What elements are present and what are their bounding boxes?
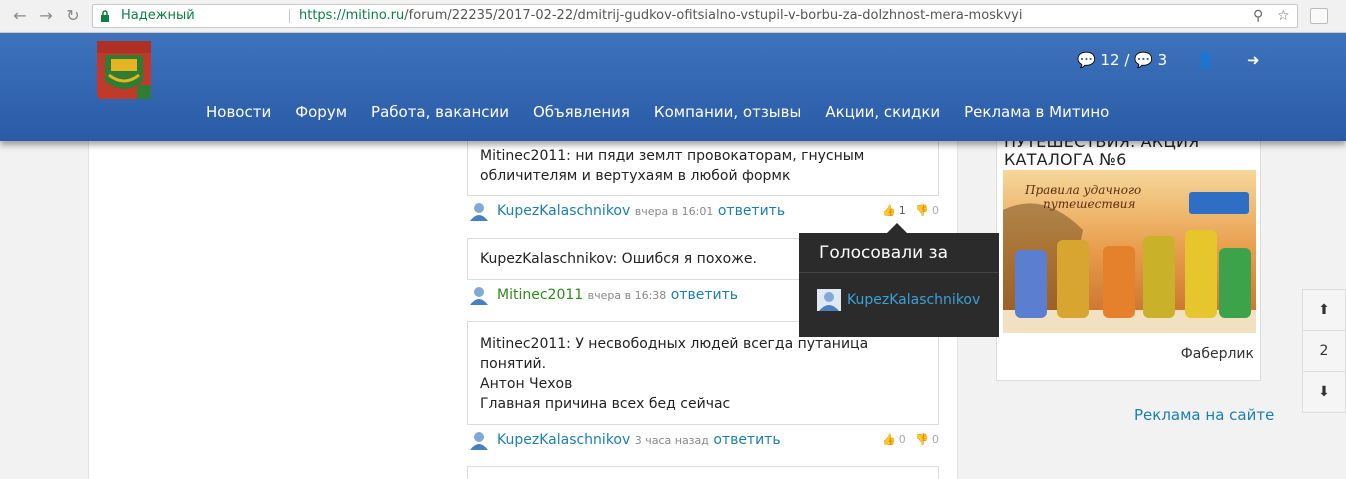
comments-count: 12 bbox=[1100, 51, 1120, 69]
tooltip-voter[interactable]: KupezKalaschnikov bbox=[817, 289, 980, 311]
reload-icon[interactable]: ↻ bbox=[63, 6, 83, 26]
vote-controls: 👍 0 👎 0 bbox=[876, 429, 939, 451]
nav-news[interactable]: Новости bbox=[206, 103, 271, 127]
url-host: https://mitino.ru bbox=[299, 8, 405, 23]
comment-time: вчера в 16:01 bbox=[634, 205, 714, 218]
bookmark-star-icon[interactable]: ☆ bbox=[1277, 5, 1290, 27]
site-header: 💬 12 / 💬 3 👤 ➜ Новости Форум Работа, вак… bbox=[0, 33, 1346, 141]
counter-separator: / bbox=[1124, 51, 1130, 69]
scroll-down-icon[interactable]: ⬇ bbox=[1303, 372, 1345, 413]
dislikes-count: 0 bbox=[932, 433, 939, 446]
tooltip-voter-name: KupezKalaschnikov bbox=[847, 292, 981, 308]
comment-line: Главная причина всех бед сейчас bbox=[480, 396, 731, 412]
user-avatar-icon[interactable] bbox=[469, 430, 489, 450]
dislikes-count: 0 bbox=[932, 204, 939, 217]
thumbs-down-icon[interactable]: 👎 bbox=[915, 200, 929, 222]
user-avatar-icon bbox=[817, 289, 841, 311]
comment-author: KupezKalaschnikov вчера в 16:01 ответить bbox=[497, 200, 785, 223]
main-nav: Новости Форум Работа, вакансии Объявлени… bbox=[194, 103, 1121, 127]
nav-forum[interactable]: Форум bbox=[295, 103, 347, 127]
thumbs-up-icon[interactable]: 👍 bbox=[882, 429, 896, 451]
comment-line: Антон Чехов bbox=[480, 376, 573, 392]
address-separator bbox=[289, 9, 290, 23]
nav-companies[interactable]: Компании, отзывы bbox=[654, 103, 801, 127]
page-scroller: ⬆ 2 ⬇ bbox=[1302, 289, 1346, 413]
nav-jobs[interactable]: Работа, вакансии bbox=[371, 103, 509, 127]
zoom-icon[interactable]: ⚲ bbox=[1253, 5, 1263, 27]
comment-time: 3 часа назад bbox=[634, 434, 709, 447]
comment-meta: KupezKalaschnikov 3 часа назад ответить … bbox=[469, 429, 939, 451]
likes-count: 0 bbox=[898, 433, 906, 446]
comment-time: вчера в 16:38 bbox=[587, 289, 667, 302]
scroll-up-icon[interactable]: ⬆ bbox=[1303, 290, 1345, 331]
nav-promotions[interactable]: Акции, скидки bbox=[825, 103, 940, 127]
forward-icon[interactable]: → bbox=[36, 6, 56, 26]
comment-line: Mitinec2011: У несвободных людей всегда … bbox=[480, 336, 869, 352]
nav-ads[interactable]: Объявления bbox=[533, 103, 630, 127]
nav-advertising[interactable]: Реклама в Митино bbox=[964, 103, 1109, 127]
author-link[interactable]: KupezKalaschnikov bbox=[497, 432, 630, 448]
comment-line: понятий. bbox=[480, 356, 547, 372]
url-path: /forum/22235/2017-02-22/dmitrij-gudkov-o… bbox=[404, 8, 1023, 23]
tooltip-title: Голосовали за bbox=[819, 243, 948, 263]
comment-line: обличителям и вертухаям в любой формк bbox=[480, 168, 791, 184]
ad-title-line: КАТАЛОГА №6 bbox=[1004, 150, 1127, 169]
reply-link[interactable]: ответить bbox=[718, 203, 785, 219]
lock-icon bbox=[101, 10, 109, 22]
reply-link[interactable]: ответить bbox=[671, 287, 738, 303]
back-icon[interactable]: ← bbox=[10, 6, 30, 26]
comment-meta: KupezKalaschnikov вчера в 16:01 ответить… bbox=[469, 200, 939, 222]
user-icon[interactable]: 👤 bbox=[1196, 51, 1215, 69]
address-bar[interactable]: Надежный https://mitino.ru/forum/22235/2… bbox=[92, 4, 1298, 28]
ad-banner-text: Правила удачного bbox=[1024, 183, 1141, 197]
comment-icon: 💬 bbox=[1077, 51, 1096, 69]
thumbs-up-icon[interactable]: 👍 bbox=[882, 200, 896, 222]
comment-text-box: Mitinec2011: ни пяди землт провокаторам,… bbox=[467, 139, 939, 196]
browser-toolbar: ← → ↻ Надежный https://mitino.ru/forum/2… bbox=[0, 0, 1346, 33]
extension-icon[interactable] bbox=[1310, 8, 1328, 24]
author-link[interactable]: KupezKalaschnikov bbox=[497, 203, 630, 219]
comment-text-box bbox=[467, 466, 939, 479]
user-avatar-icon[interactable] bbox=[469, 201, 489, 221]
author-link[interactable]: Mitinec2011 bbox=[497, 287, 583, 303]
url-text[interactable]: https://mitino.ru/forum/22235/2017-02-22… bbox=[299, 5, 1022, 27]
ad-caption: Фаберлик bbox=[1180, 346, 1254, 362]
vote-controls: 👍 1 👎 0 bbox=[876, 200, 939, 222]
tooltip-divider bbox=[799, 272, 999, 273]
logout-icon[interactable]: ➜ bbox=[1247, 51, 1260, 69]
site-logo[interactable] bbox=[97, 41, 151, 99]
ad-banner-text: путешествия bbox=[1043, 197, 1135, 211]
comment-author: KupezKalaschnikov 3 часа назад ответить bbox=[497, 429, 781, 452]
page-number: 2 bbox=[1303, 331, 1345, 372]
secure-label: Надежный bbox=[121, 8, 195, 23]
chats-count: 3 bbox=[1157, 51, 1168, 69]
advertise-link[interactable]: Реклама на сайте bbox=[1134, 406, 1274, 424]
reply-link[interactable]: ответить bbox=[713, 432, 780, 448]
thumbs-down-icon[interactable]: 👎 bbox=[915, 429, 929, 451]
voters-tooltip: Голосовали за KupezKalaschnikov bbox=[799, 233, 999, 337]
comment-author: Mitinec2011 вчера в 16:38 ответить bbox=[497, 284, 738, 307]
ad-box: ПУТЕШЕСТВИЯ. АКЦИЯ КАТАЛОГА №6 Правила у… bbox=[996, 133, 1261, 381]
ad-banner-image[interactable]: Правила удачного путешествия bbox=[1003, 170, 1256, 333]
tooltip-arrow bbox=[887, 223, 907, 233]
user-avatar-icon[interactable] bbox=[469, 285, 489, 305]
comment-line: Mitinec2011: ни пяди землт провокаторам,… bbox=[480, 148, 865, 164]
likes-count[interactable]: 1 bbox=[899, 204, 906, 217]
chat-icon: 💬 bbox=[1134, 51, 1153, 69]
counters[interactable]: 💬 12 / 💬 3 bbox=[1077, 51, 1167, 69]
